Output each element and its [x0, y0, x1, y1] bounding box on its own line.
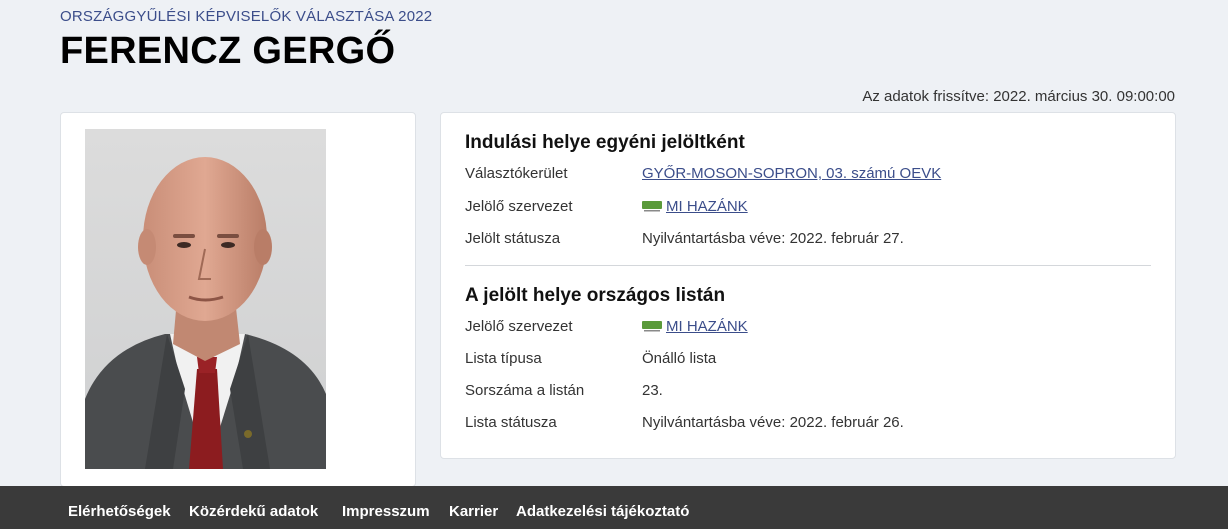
mi-hazank-logo-icon — [642, 201, 662, 212]
election-title: ORSZÁGGYŰLÉSI KÉPVISELŐK VÁLASZTÁSA 2022 — [60, 8, 433, 25]
footer-link-imprint[interactable]: Impresszum — [342, 503, 430, 520]
candidate-info-card: Indulási helye egyéni jelöltként Választ… — [440, 112, 1176, 459]
national-list-section-title: A jelölt helye országos listán — [465, 285, 726, 306]
list-party-link[interactable]: MI HAZÁNK — [642, 318, 748, 335]
row-label: Választókerület — [465, 165, 568, 182]
party-name: MI HAZÁNK — [666, 198, 748, 215]
row-label: Sorszáma a listán — [465, 382, 585, 399]
candidate-photo-card — [60, 112, 416, 487]
section-divider — [465, 265, 1151, 266]
party-link[interactable]: MI HAZÁNK — [642, 198, 748, 215]
footer: Elérhetőségek Közérdekű adatok Impresszu… — [0, 486, 1228, 529]
individual-section-title: Indulási helye egyéni jelöltként — [465, 132, 745, 153]
party-name: MI HAZÁNK — [666, 318, 748, 335]
row-label: Lista státusza — [465, 414, 557, 431]
footer-link-privacy[interactable]: Adatkezelési tájékoztató — [516, 503, 689, 520]
footer-link-public-data[interactable]: Közérdekű adatok — [189, 503, 318, 520]
last-updated-text: Az adatok frissítve: 2022. március 30. 0… — [862, 88, 1175, 105]
list-type-value: Önálló lista — [642, 350, 717, 367]
row-label: Jelölt státusza — [465, 230, 561, 247]
candidate-photo — [85, 129, 326, 469]
mi-hazank-logo-icon — [642, 321, 662, 332]
footer-link-contacts[interactable]: Elérhetőségek — [68, 503, 171, 520]
candidate-portrait-image — [85, 129, 326, 469]
list-status-value: Nyilvántartásba véve: 2022. február 26. — [642, 414, 904, 431]
row-label: Jelölő szervezet — [465, 198, 573, 215]
row-label: Lista típusa — [465, 350, 542, 367]
candidate-status-value: Nyilvántartásba véve: 2022. február 27. — [642, 230, 904, 247]
constituency-link[interactable]: GYŐR-MOSON-SOPRON, 03. számú OEVK — [642, 165, 941, 182]
footer-link-careers[interactable]: Karrier — [449, 503, 498, 520]
row-label: Jelölő szervezet — [465, 318, 573, 335]
list-position-value: 23. — [642, 382, 663, 399]
candidate-name: FERENCZ GERGŐ — [60, 30, 396, 72]
